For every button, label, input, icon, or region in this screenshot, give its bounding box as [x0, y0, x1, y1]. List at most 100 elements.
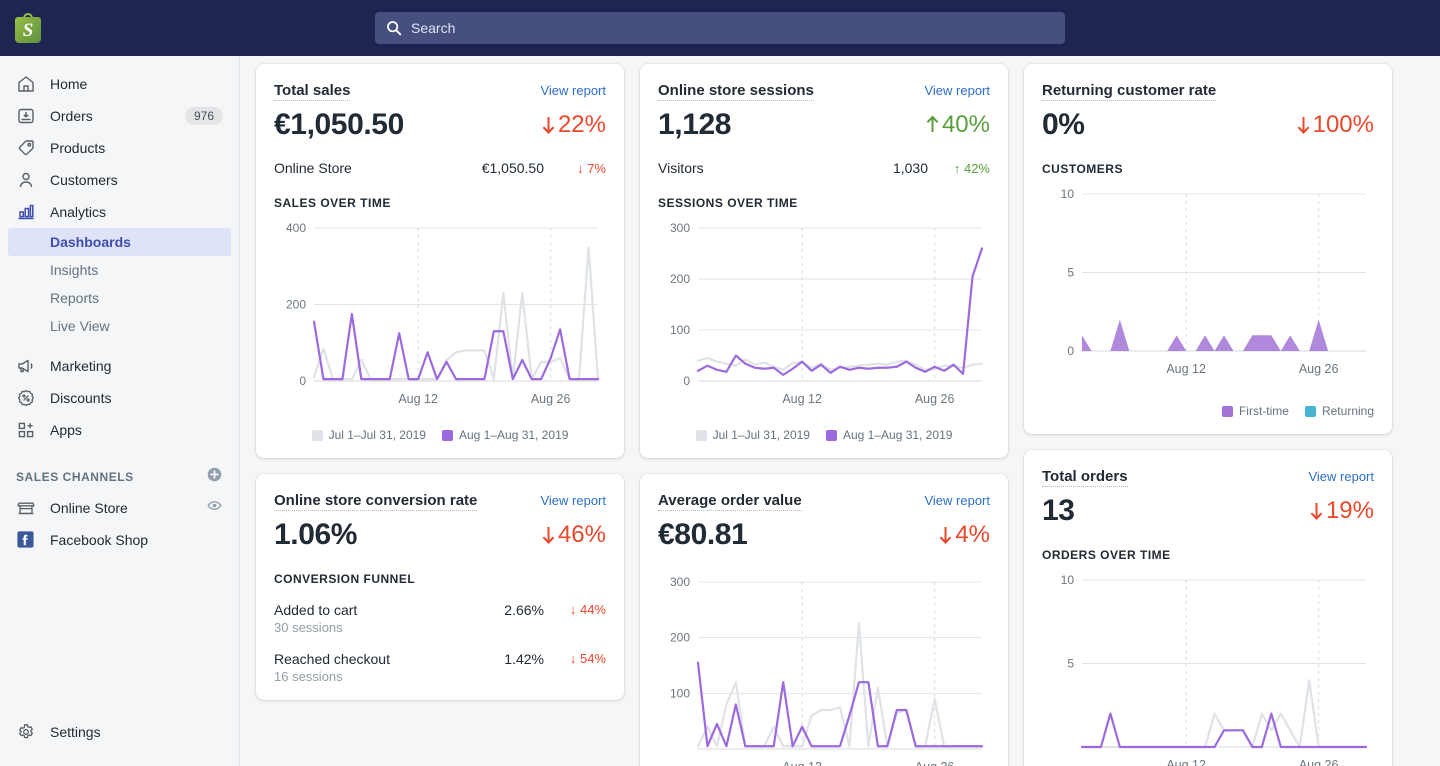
sidebar-subitem-reports[interactable]: Reports: [8, 284, 231, 312]
view-report-link[interactable]: View report: [924, 493, 990, 508]
sidebar-item-customers[interactable]: Customers: [8, 164, 231, 196]
svg-text:10: 10: [1061, 573, 1075, 587]
legend-swatch: [441, 429, 453, 441]
orders-icon: [16, 106, 36, 126]
add-sales-channel-icon[interactable]: [206, 466, 223, 488]
svg-text:Aug 26: Aug 26: [915, 760, 955, 766]
view-report-link[interactable]: View report: [1308, 469, 1374, 484]
sidebar-item-analytics[interactable]: Analytics: [8, 196, 231, 228]
facebook-icon: [16, 530, 36, 550]
funnel-delta: ↓ 44%: [569, 602, 606, 617]
sidebar-item-label: Facebook Shop: [50, 532, 149, 548]
search-icon: [385, 19, 403, 37]
card-total-orders: Total orders View report 13 19% ORDERS O…: [1024, 450, 1392, 766]
analytics-bar-icon: [16, 202, 36, 222]
sidebar-subitem-live-view[interactable]: Live View: [8, 312, 231, 340]
sidebar-item-orders[interactable]: Orders 976: [8, 100, 231, 132]
delta-badge: 100%: [1295, 111, 1374, 139]
delta-badge: 40%: [924, 111, 990, 139]
sidebar-subitem-insights[interactable]: Insights: [8, 256, 231, 284]
sidebar-item-home[interactable]: Home: [8, 68, 231, 100]
sidebar-item-facebook-shop[interactable]: Facebook Shop: [8, 524, 231, 556]
sidebar-item-discounts[interactable]: Discounts: [8, 382, 231, 414]
svg-text:200: 200: [670, 631, 690, 645]
arrow-down-icon: [1310, 503, 1323, 520]
metric-value: 1.06%: [274, 518, 358, 551]
legend-label: Jul 1–Jul 31, 2019: [712, 428, 810, 442]
svg-text:Aug 26: Aug 26: [1299, 758, 1339, 766]
sidebar-item-marketing[interactable]: Marketing: [8, 350, 231, 382]
breakdown-name: Online Store: [274, 160, 352, 176]
search-bar[interactable]: [375, 12, 1065, 44]
sidebar-subitem-label: Dashboards: [50, 234, 131, 250]
sidebar-item-online-store[interactable]: Online Store: [8, 492, 231, 524]
section-label: CONVERSION FUNNEL: [274, 572, 416, 586]
store-icon: [16, 498, 36, 518]
orders-count-badge: 976: [184, 107, 223, 125]
sidebar-subitem-dashboards[interactable]: Dashboards: [8, 228, 231, 256]
svg-text:Aug 26: Aug 26: [531, 392, 571, 406]
chart-legend: First-time Returning: [1042, 404, 1374, 418]
delta-value: 4%: [955, 521, 990, 548]
metric-value: 0%: [1042, 108, 1085, 141]
legend-swatch: [311, 429, 323, 441]
delta-value: 100%: [1312, 111, 1374, 138]
section-label: CUSTOMERS: [1042, 162, 1123, 176]
legend-item: Aug 1–Aug 31, 2019: [825, 428, 953, 442]
sidebar-item-label: Online Store: [50, 500, 128, 516]
average-order-value-chart: 100 200 300 Aug 12 Aug 26: [658, 574, 990, 766]
eye-icon[interactable]: [206, 497, 223, 519]
view-report-link[interactable]: View report: [540, 83, 606, 98]
sidebar-item-settings[interactable]: Settings: [8, 716, 232, 748]
card-online-store-sessions: Online store sessions View report 1,128 …: [640, 64, 1008, 458]
card-title: Returning customer rate: [1042, 82, 1217, 101]
card-title: Online store conversion rate: [274, 492, 478, 511]
legend-item: Jul 1–Jul 31, 2019: [695, 428, 810, 442]
svg-text:5: 5: [1067, 657, 1074, 671]
view-report-link[interactable]: View report: [924, 83, 990, 98]
svg-text:200: 200: [286, 298, 306, 312]
sidebar-subitem-label: Live View: [50, 318, 110, 334]
svg-text:300: 300: [670, 221, 690, 235]
search-input[interactable]: [411, 20, 1055, 36]
section-label: SESSIONS OVER TIME: [658, 196, 798, 210]
legend-label: Aug 1–Aug 31, 2019: [842, 428, 953, 442]
breakdown-name: Visitors: [658, 160, 704, 176]
legend-item: Aug 1–Aug 31, 2019: [441, 428, 569, 442]
funnel-subtext: 16 sessions: [274, 669, 343, 684]
chart-legend: Jul 1–Jul 31, 2019 Aug 1–Aug 31, 2019: [274, 428, 606, 442]
shopify-logo[interactable]: S: [0, 0, 56, 56]
sidebar-item-label: Settings: [50, 724, 101, 740]
legend-label: Aug 1–Aug 31, 2019: [458, 428, 569, 442]
sidebar-item-label: Home: [50, 76, 88, 92]
breakdown-row: Visitors 1,030 ↑ 42%: [658, 160, 990, 176]
sessions-over-time-chart: 0 100 200 300 Aug 12 Aug 26: [658, 220, 990, 420]
sidebar-item-label: Orders: [50, 108, 93, 124]
view-report-link[interactable]: View report: [540, 493, 606, 508]
home-icon: [16, 74, 36, 94]
dashboard-main: Total sales View report €1,050.50 22% On…: [240, 56, 1440, 766]
svg-text:Aug 26: Aug 26: [915, 392, 955, 406]
svg-text:10: 10: [1061, 187, 1075, 201]
svg-text:0: 0: [299, 374, 306, 388]
breakdown-value: 1,030: [892, 160, 928, 176]
metric-value: 13: [1042, 494, 1075, 527]
card-average-order-value: Average order value View report €80.81 4…: [640, 474, 1008, 766]
legend-swatch: [1304, 405, 1316, 417]
svg-text:Aug 12: Aug 12: [1166, 758, 1206, 766]
card-online-store-conversion-rate: Online store conversion rate View report…: [256, 474, 624, 700]
apps-grid-icon: [16, 420, 36, 440]
arrow-down-icon: [939, 527, 952, 544]
delta-value: 46%: [557, 521, 606, 548]
section-label: ORDERS OVER TIME: [1042, 548, 1171, 562]
svg-text:Aug 26: Aug 26: [1299, 362, 1339, 376]
sidebar-item-products[interactable]: Products: [8, 132, 231, 164]
metric-value: 1,128: [658, 108, 732, 141]
dashboard-grid: Total sales View report €1,050.50 22% On…: [256, 64, 1424, 766]
sidebar-item-apps[interactable]: Apps: [8, 414, 231, 446]
breakdown-delta: ↓ 7%: [577, 160, 606, 176]
funnel-row: Reached checkout 16 sessions 1.42% ↓ 54%: [274, 651, 606, 684]
sales-over-time-chart: 0 200 400 Aug 12 Aug 26: [274, 220, 606, 420]
metric-value: €80.81: [658, 518, 748, 551]
delta-badge: 4%: [937, 521, 990, 549]
